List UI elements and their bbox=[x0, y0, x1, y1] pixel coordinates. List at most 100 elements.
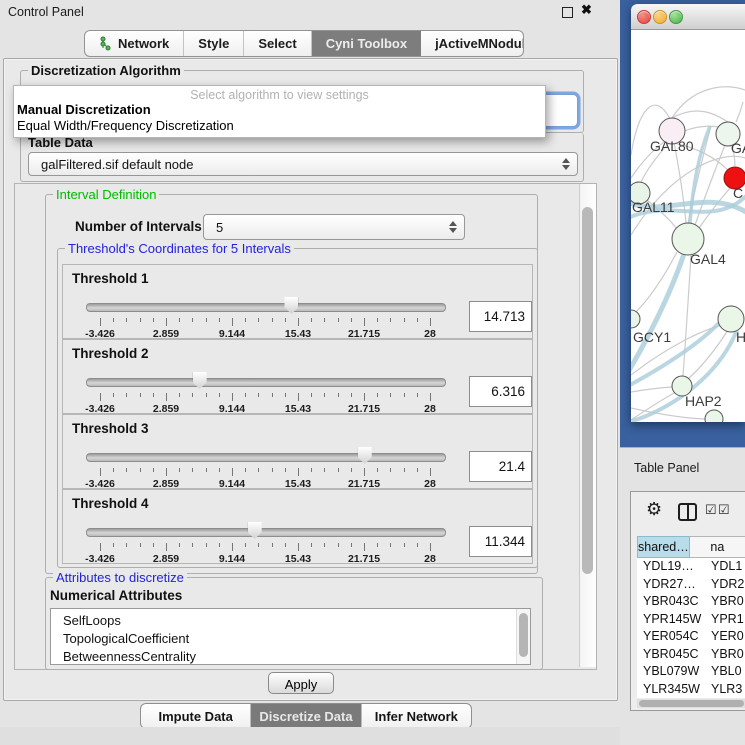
float-window-icon[interactable] bbox=[562, 7, 573, 18]
threshold-slider[interactable]: -3.4262.8599.14415.4321.71528 bbox=[86, 298, 444, 338]
threshold-value-field[interactable]: 6.316 bbox=[469, 376, 532, 407]
node-table: shared… na YDL19…YDL1YDR27…YDR2YBR043CYB… bbox=[637, 536, 745, 698]
close-traffic-light-icon[interactable] bbox=[637, 10, 651, 24]
dropdown-option-manual[interactable]: Manual Discretization bbox=[17, 102, 151, 117]
slider-ticks bbox=[100, 393, 430, 402]
table-panel-title: Table Panel bbox=[634, 461, 699, 475]
table-cell: YDR2 bbox=[703, 576, 745, 594]
list-scrollbar[interactable] bbox=[516, 609, 530, 664]
algorithm-dropdown-popup: Select algorithm to view settings Manual… bbox=[13, 85, 546, 138]
apply-button[interactable]: Apply bbox=[268, 672, 334, 694]
column-header-shared[interactable]: shared… bbox=[637, 536, 690, 558]
scrollbar-thumb[interactable] bbox=[639, 700, 744, 707]
tab-style[interactable]: Style bbox=[184, 31, 244, 56]
list-item[interactable]: SelfLoops bbox=[51, 612, 530, 630]
number-of-intervals-combobox[interactable]: 5 bbox=[203, 214, 465, 240]
slider-thumb[interactable] bbox=[248, 522, 262, 539]
threshold-slider[interactable]: -3.4262.8599.14415.4321.71528 bbox=[86, 373, 444, 413]
spinner-arrows-icon bbox=[449, 221, 457, 233]
threshold-label: Threshold 1 bbox=[72, 271, 149, 286]
table-cell: YDL19… bbox=[637, 558, 703, 576]
close-icon[interactable]: ✖ bbox=[581, 2, 592, 18]
slider-thumb[interactable] bbox=[358, 447, 372, 464]
table-row[interactable]: YBL079WYBL0 bbox=[637, 663, 745, 681]
node-label: GAL11 bbox=[632, 199, 675, 215]
tab-cyni-toolbox[interactable]: Cyni Toolbox bbox=[312, 31, 421, 56]
scrollbar-thumb[interactable] bbox=[582, 207, 593, 574]
table-row[interactable]: YBR045CYBR0 bbox=[637, 646, 745, 664]
table-cell: YBR043C bbox=[637, 593, 703, 611]
list-item[interactable]: TopologicalCoefficient bbox=[51, 630, 530, 648]
table-row[interactable]: YER054CYER0 bbox=[637, 628, 745, 646]
network-edge[interactable] bbox=[736, 102, 743, 122]
horizontal-scrollbar[interactable] bbox=[637, 699, 745, 708]
minimize-traffic-light-icon[interactable] bbox=[653, 10, 667, 24]
network-canvas[interactable]: GAL80GACGAL11GAL4GCY1HHAP2 bbox=[631, 30, 745, 422]
numerical-attributes-list[interactable]: SelfLoopsTopologicalCoefficientBetweenne… bbox=[50, 608, 531, 665]
checkbox-icon[interactable]: ☑ bbox=[705, 502, 717, 518]
network-icon bbox=[99, 36, 112, 51]
tab-jactivemnodules[interactable]: jActiveMNodules bbox=[421, 31, 524, 56]
bottom-strip bbox=[0, 727, 620, 745]
column-header-name[interactable]: na bbox=[690, 536, 745, 558]
table-cell: YLR3 bbox=[703, 681, 745, 699]
threshold-panel: Threshold 2 -3.4262.8599.14415.4321.7152… bbox=[62, 339, 533, 414]
combo-value: galFiltered.sif default node bbox=[29, 157, 193, 172]
dropdown-prompt: Select algorithm to view settings bbox=[14, 88, 545, 102]
network-window[interactable]: GAL80GACGAL11GAL4GCY1HHAP2 bbox=[631, 4, 745, 422]
table-container: ⚙ ☑ ☑ shared… na YDL19…YDL1YDR27…YDR2YBR… bbox=[630, 491, 745, 711]
list-item[interactable]: BetweennessCentrality bbox=[51, 648, 530, 665]
group-title: Interval Definition bbox=[53, 187, 159, 202]
tab-network[interactable]: Network bbox=[85, 31, 184, 56]
network-edge[interactable] bbox=[631, 387, 672, 392]
table-header-row: shared… na bbox=[637, 536, 745, 558]
zoom-traffic-light-icon[interactable] bbox=[669, 10, 683, 24]
top-tab-bar: Network Style Select Cyni Toolbox jActiv… bbox=[84, 30, 524, 57]
tab-discretize-data[interactable]: Discretize Data bbox=[251, 704, 361, 728]
table-row[interactable]: YBR043CYBR0 bbox=[637, 593, 745, 611]
table-cell: YER054C bbox=[637, 628, 703, 646]
split-columns-icon[interactable] bbox=[678, 503, 697, 521]
node-label: GAL4 bbox=[690, 251, 726, 267]
threshold-value-field[interactable]: 11.344 bbox=[469, 526, 532, 557]
table-cell: YBR045C bbox=[637, 646, 703, 664]
threshold-panel: Threshold 3 -3.4262.8599.14415.4321.7152… bbox=[62, 414, 533, 489]
table-row[interactable]: YDL19…YDL1 bbox=[637, 558, 745, 576]
network-edge[interactable] bbox=[683, 255, 691, 376]
tab-label: Network bbox=[118, 36, 169, 51]
tab-infer-network[interactable]: Infer Network bbox=[362, 704, 471, 728]
tab-select[interactable]: Select bbox=[244, 31, 311, 56]
dropdown-option-equal-width[interactable]: Equal Width/Frequency Discretization bbox=[17, 118, 234, 133]
table-cell: YPR1 bbox=[703, 611, 745, 629]
threshold-slider[interactable]: -3.4262.8599.14415.4321.71528 bbox=[86, 523, 444, 563]
panel-title: Control Panel bbox=[8, 5, 84, 19]
threshold-slider[interactable]: -3.4262.8599.14415.4321.71528 bbox=[86, 448, 444, 488]
node-label: GAL80 bbox=[650, 138, 694, 154]
slider-thumb[interactable] bbox=[284, 297, 298, 314]
node-label: GA bbox=[731, 140, 745, 156]
network-node[interactable] bbox=[705, 410, 723, 422]
vertical-scrollbar[interactable] bbox=[579, 184, 596, 667]
network-window-titlebar[interactable] bbox=[631, 4, 745, 30]
checkbox-icon[interactable]: ☑ bbox=[718, 502, 730, 518]
threshold-value-field[interactable]: 21.4 bbox=[469, 451, 532, 482]
control-panel: Control Panel ✖ Network Style Select Cyn… bbox=[0, 0, 620, 745]
group-title: Threshold's Coordinates for 5 Intervals bbox=[65, 241, 294, 256]
desktop-area: GAL80GACGAL11GAL4GCY1HHAP2 Table Panel ⚙… bbox=[620, 0, 745, 745]
slider-thumb[interactable] bbox=[193, 372, 207, 389]
threshold-panel: Threshold 1 -3.4262.8599.14415.4321.7152… bbox=[62, 264, 533, 339]
node-label: GCY1 bbox=[633, 329, 671, 345]
threshold-value-field[interactable]: 14.713 bbox=[469, 301, 532, 332]
tab-impute-data[interactable]: Impute Data bbox=[141, 704, 251, 728]
network-graph[interactable]: GAL80GACGAL11GAL4GCY1HHAP2 bbox=[631, 30, 745, 422]
slider-ticks bbox=[100, 468, 430, 477]
table-row[interactable]: YPR145WYPR1 bbox=[637, 611, 745, 629]
network-edge[interactable] bbox=[672, 111, 728, 122]
table-cell: YPR145W bbox=[637, 611, 703, 629]
table-data-combobox[interactable]: galFiltered.sif default node bbox=[28, 152, 578, 176]
table-row[interactable]: YLR345WYLR3 bbox=[637, 681, 745, 699]
table-row[interactable]: YDR27…YDR2 bbox=[637, 576, 745, 594]
network-edge[interactable] bbox=[631, 254, 684, 372]
network-node[interactable] bbox=[631, 310, 640, 328]
settings-gear-icon[interactable]: ⚙ bbox=[646, 499, 662, 520]
